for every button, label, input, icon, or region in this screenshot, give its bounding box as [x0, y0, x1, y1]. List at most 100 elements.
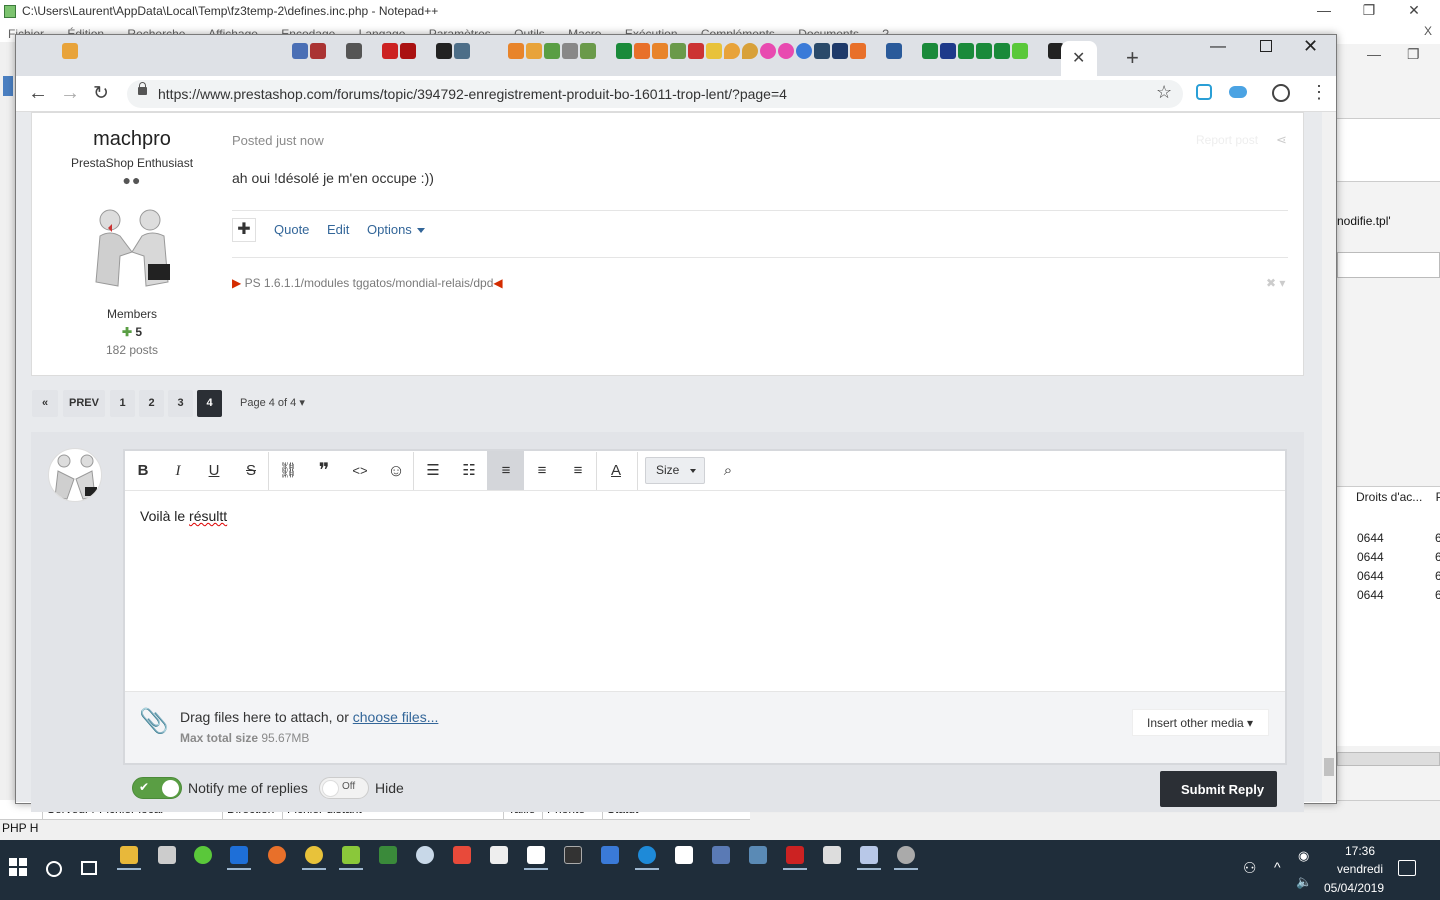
tab-favicon[interactable]	[652, 43, 668, 59]
file-explorer-icon[interactable]	[120, 846, 138, 864]
fz-minimize-button[interactable]: —	[1367, 46, 1381, 62]
fz-hscrollbar[interactable]	[1337, 752, 1440, 766]
scrollbar-thumb[interactable]	[1324, 758, 1334, 776]
windows-start-icon[interactable]	[9, 858, 27, 876]
tab-favicon[interactable]	[922, 43, 938, 59]
tab-favicon[interactable]	[886, 43, 902, 59]
notify-label[interactable]: Notify me of replies	[188, 780, 308, 796]
app-icon[interactable]	[860, 846, 878, 864]
extension-cloud-icon[interactable]	[1229, 86, 1247, 98]
app-icon[interactable]	[638, 846, 656, 864]
tab-favicon[interactable]	[760, 43, 776, 59]
pagination-page-2[interactable]: 2	[139, 390, 164, 417]
notepad-close-button[interactable]: ✕	[1402, 2, 1426, 19]
tab-favicon[interactable]	[508, 43, 524, 59]
browser-maximize-button[interactable]	[1260, 40, 1272, 52]
tab-favicon[interactable]	[724, 43, 740, 59]
volume-icon[interactable]: 🔈	[1296, 874, 1312, 890]
tab-favicon[interactable]	[994, 43, 1010, 59]
tab-favicon[interactable]	[958, 43, 974, 59]
tab-favicon[interactable]	[634, 43, 650, 59]
hide-label[interactable]: Hide	[375, 780, 404, 796]
notify-toggle[interactable]: ✔	[132, 777, 182, 799]
pagination-page-4[interactable]: 4	[197, 390, 222, 417]
cortana-icon[interactable]	[46, 861, 62, 877]
tab-favicon[interactable]	[670, 43, 686, 59]
tray-chevron-icon[interactable]: ^	[1274, 859, 1281, 875]
task-view-icon[interactable]	[81, 861, 97, 875]
clock-time[interactable]: 17:36	[1336, 844, 1384, 858]
app-icon[interactable]	[379, 846, 397, 864]
tab-favicon[interactable]	[580, 43, 596, 59]
app-icon[interactable]	[564, 846, 582, 864]
tab-close-icon[interactable]: ✕	[1072, 48, 1085, 68]
react-button[interactable]: ✚	[232, 218, 256, 242]
underline-button[interactable]: U	[199, 459, 229, 483]
fz-col-extra[interactable]: P	[1436, 490, 1440, 504]
edit-button[interactable]: Edit	[327, 222, 349, 237]
code-button[interactable]: <>	[345, 459, 375, 483]
tab-favicon[interactable]	[778, 43, 794, 59]
numbered-list-button[interactable]: ☷	[454, 459, 484, 483]
pagination-page-1[interactable]: 1	[110, 390, 135, 417]
store-icon[interactable]	[158, 846, 176, 864]
author-name[interactable]: machpro	[32, 128, 232, 151]
tab-favicon[interactable]	[526, 43, 542, 59]
author-post-count[interactable]: 182 posts	[32, 343, 232, 357]
app-icon[interactable]	[749, 846, 767, 864]
browser-menu-icon[interactable]: ⋮	[1310, 82, 1328, 103]
options-button[interactable]: Options	[367, 222, 425, 237]
bookmark-star-icon[interactable]: ☆	[1156, 82, 1172, 103]
hide-toggle[interactable]: Off	[319, 777, 369, 799]
tab-favicon[interactable]	[292, 43, 308, 59]
choose-files-link[interactable]: choose files...	[353, 709, 439, 725]
browser-close-button[interactable]: ✕	[1303, 36, 1318, 57]
browser-minimize-button[interactable]: —	[1210, 38, 1226, 56]
notepad-minimize-button[interactable]: —	[1312, 2, 1336, 18]
notepadpp-icon[interactable]	[342, 846, 360, 864]
preview-button[interactable]: ⌕	[713, 459, 743, 483]
fz-field[interactable]	[1337, 252, 1440, 278]
document-icon[interactable]	[823, 846, 841, 864]
forward-arrow-icon[interactable]: →	[60, 82, 80, 105]
profile-avatar-icon[interactable]	[1272, 84, 1290, 102]
tab-favicon[interactable]	[688, 43, 704, 59]
app-icon[interactable]	[194, 846, 212, 864]
post-timestamp[interactable]: Posted just now	[232, 133, 324, 148]
tab-favicon[interactable]	[742, 43, 758, 59]
align-right-button[interactable]: ≡	[563, 459, 593, 483]
bullet-list-button[interactable]: ☰	[418, 459, 448, 483]
strikethrough-button[interactable]: S	[236, 459, 266, 483]
tab-favicon[interactable]	[976, 43, 992, 59]
fz-column-header[interactable]: Droits d'ac... P	[1340, 490, 1440, 504]
font-size-select[interactable]: Size	[645, 457, 705, 484]
share-icon[interactable]: ⋖	[1276, 132, 1287, 148]
attachment-dropzone[interactable]	[125, 691, 1285, 763]
tab-favicon[interactable]	[544, 43, 560, 59]
reload-icon[interactable]: ↻	[93, 82, 109, 105]
settings-gear-icon[interactable]	[712, 846, 730, 864]
new-tab-button[interactable]: +	[1126, 45, 1139, 71]
notepad-doc-close[interactable]: X	[1424, 24, 1432, 38]
align-center-button[interactable]: ≡	[527, 459, 557, 483]
app-icon[interactable]	[416, 846, 434, 864]
notification-center-icon[interactable]	[1398, 860, 1416, 876]
fz-maximize-button[interactable]: ❐	[1407, 46, 1420, 63]
firefox-icon[interactable]	[268, 846, 286, 864]
back-arrow-icon[interactable]: ←	[28, 82, 48, 105]
notepad-maximize-button[interactable]: ❐	[1357, 2, 1381, 19]
chrome-icon[interactable]	[305, 846, 323, 864]
tab-favicon[interactable]	[616, 43, 632, 59]
edge-icon[interactable]	[230, 846, 248, 864]
report-post-link[interactable]: Report post	[1196, 133, 1258, 147]
tab-favicon[interactable]	[796, 43, 812, 59]
insert-media-button[interactable]: Insert other media ▾	[1132, 709, 1269, 736]
signature-toggle-icon[interactable]: ✖ ▾	[1266, 276, 1285, 290]
editor-content[interactable]: Voilà le résultt	[140, 508, 227, 524]
app-icon[interactable]	[601, 846, 619, 864]
tab-favicon[interactable]	[346, 43, 362, 59]
app-icon[interactable]	[897, 846, 915, 864]
tab-favicon[interactable]	[400, 43, 416, 59]
tab-favicon[interactable]	[62, 43, 78, 59]
pagination-page-3[interactable]: 3	[168, 390, 193, 417]
